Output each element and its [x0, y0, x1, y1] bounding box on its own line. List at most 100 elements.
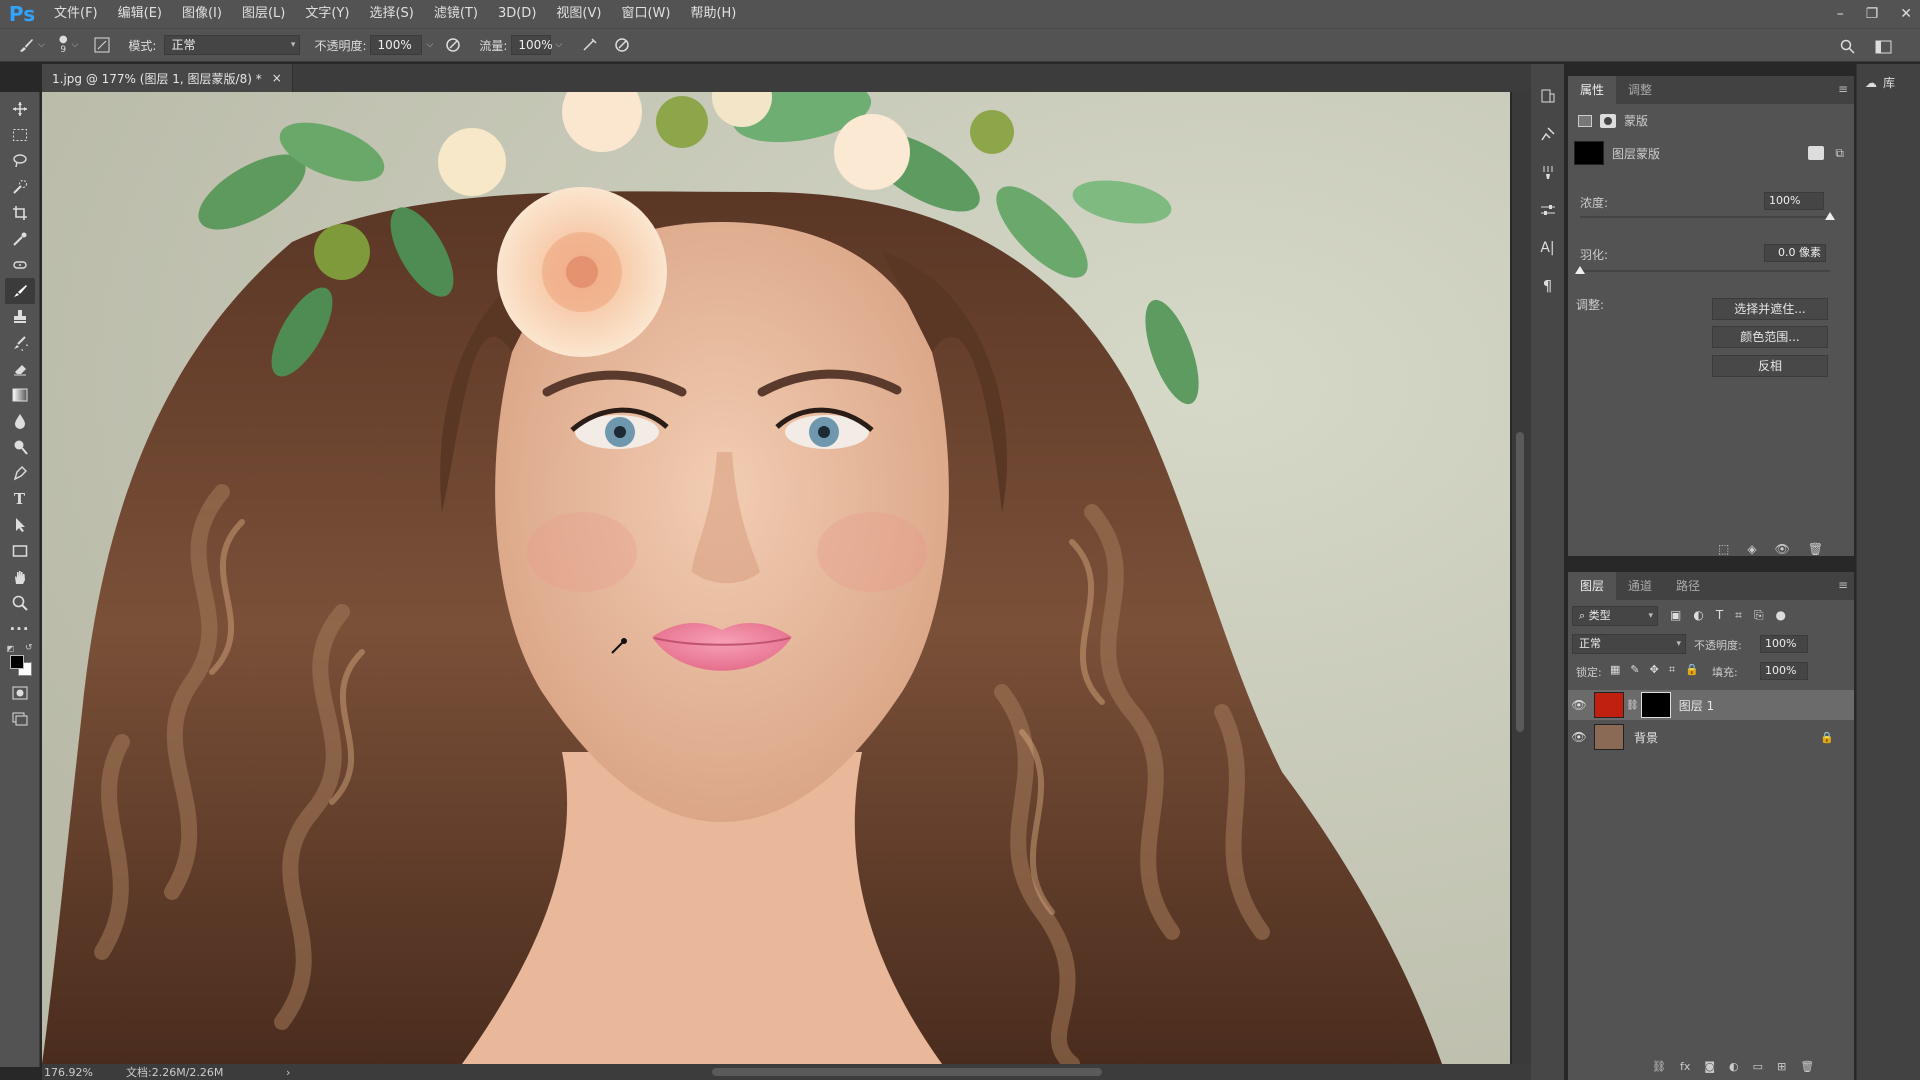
menu-file[interactable]: 文件(F) — [44, 0, 108, 28]
apply-vector-mask-icon[interactable]: ⧉ — [1835, 146, 1844, 161]
invert-button[interactable]: 反相 — [1712, 355, 1828, 377]
workspace-icon[interactable] — [1872, 35, 1896, 59]
menu-layer[interactable]: 图层(L) — [232, 0, 295, 28]
layer-name[interactable]: 背景 — [1634, 729, 1658, 746]
eyedropper-tool-icon[interactable] — [5, 226, 35, 252]
brushes-icon[interactable] — [1535, 160, 1561, 184]
brush-tool-icon[interactable] — [4, 278, 35, 304]
pen-tool-icon[interactable] — [5, 460, 35, 486]
fill-field[interactable]: 100% — [1760, 662, 1808, 680]
layer-name[interactable]: 图层 1 — [1679, 697, 1714, 714]
history-icon[interactable] — [1535, 84, 1561, 108]
menu-filter[interactable]: 滤镜(T) — [424, 0, 488, 28]
density-field[interactable]: 100% — [1764, 192, 1824, 210]
flow-field[interactable]: 100% — [511, 35, 553, 55]
pressure-opacity-icon[interactable] — [441, 33, 465, 57]
healing-brush-tool-icon[interactable] — [5, 252, 35, 278]
minimize-button[interactable]: – — [1837, 6, 1844, 22]
vector-mask-icon[interactable] — [1600, 113, 1616, 128]
density-slider-thumb[interactable] — [1825, 212, 1835, 220]
lock-artboard-icon[interactable]: ⌗ — [1669, 663, 1675, 677]
menu-image[interactable]: 图像(I) — [172, 0, 232, 28]
tab-adjustments[interactable]: 调整 — [1616, 76, 1664, 104]
quick-mask-icon[interactable] — [5, 680, 35, 706]
trash-icon[interactable]: 🗑 — [1808, 542, 1823, 556]
foreground-color-swatch[interactable] — [9, 655, 24, 669]
dodge-tool-icon[interactable] — [5, 434, 35, 460]
document-tab[interactable]: 1.jpg @ 177% (图层 1, 图层蒙版/8) * × — [42, 64, 293, 92]
clone-stamp-tool-icon[interactable] — [5, 304, 35, 330]
density-slider[interactable] — [1580, 216, 1830, 218]
color-swatches[interactable]: ◩ ↺ — [5, 642, 35, 680]
lock-all-icon[interactable]: 🔒 — [1685, 663, 1699, 677]
new-layer-icon[interactable]: ⊞ — [1777, 1060, 1786, 1073]
mask-icon[interactable]: ◙ — [1704, 1060, 1715, 1073]
menu-help[interactable]: 帮助(H) — [680, 0, 746, 28]
select-mask-icon[interactable] — [1808, 146, 1824, 160]
history-brush-tool-icon[interactable] — [5, 330, 35, 356]
lock-transparency-icon[interactable]: ▦ — [1610, 663, 1620, 677]
chevron-down-icon[interactable]: ⌵ — [38, 40, 45, 50]
status-menu-arrow[interactable]: › — [286, 1066, 290, 1079]
pressure-size-icon[interactable] — [610, 33, 634, 57]
disable-mask-icon[interactable]: 👁 — [1775, 542, 1790, 556]
color-range-button[interactable]: 颜色范围... — [1712, 326, 1828, 348]
smart-object-filter-icon[interactable]: ⎘ — [1754, 608, 1764, 623]
menu-type[interactable]: 文字(Y) — [295, 0, 359, 28]
chevron-down-icon[interactable]: ⌵ — [426, 40, 433, 50]
crop-tool-icon[interactable] — [5, 200, 35, 226]
adjustment-filter-icon[interactable]: ◐ — [1693, 608, 1703, 623]
pixel-filter-icon[interactable]: ▣ — [1670, 608, 1681, 623]
layer-row-layer1[interactable]: 👁 ⛓ 图层 1 — [1568, 690, 1854, 720]
hand-tool-icon[interactable] — [5, 564, 35, 590]
pixel-mask-icon[interactable] — [1578, 114, 1592, 127]
lasso-tool-icon[interactable] — [5, 148, 35, 174]
gradient-tool-icon[interactable] — [5, 382, 35, 408]
eraser-tool-icon[interactable] — [5, 356, 35, 382]
opacity-field[interactable]: 100% — [370, 35, 423, 55]
fx-icon[interactable]: fx — [1680, 1060, 1690, 1073]
lock-pixels-icon[interactable]: ✎ — [1630, 663, 1639, 677]
quick-select-tool-icon[interactable] — [5, 174, 35, 200]
document-canvas[interactable] — [42, 92, 1510, 1064]
filter-toggle-icon[interactable]: ● — [1776, 608, 1786, 623]
blend-mode-dropdown[interactable]: 正常 ▾ — [1572, 634, 1686, 654]
chevron-down-icon[interactable]: ⌵ — [555, 40, 562, 50]
path-selection-tool-icon[interactable] — [5, 512, 35, 538]
feather-field[interactable]: 0.0 像素 — [1764, 244, 1826, 262]
menu-edit[interactable]: 编辑(E) — [108, 0, 172, 28]
adjustment-icon[interactable]: ◐ — [1729, 1060, 1739, 1073]
clone-source-icon[interactable] — [1535, 122, 1561, 146]
brush-preset-icon[interactable] — [14, 33, 38, 57]
paragraph-icon[interactable]: ¶ — [1535, 274, 1561, 298]
feather-slider[interactable] — [1580, 270, 1830, 272]
character-icon[interactable]: A| — [1535, 236, 1561, 260]
zoom-level[interactable]: 176.92% — [44, 1066, 114, 1079]
panel-menu-icon[interactable]: ≡ — [1838, 82, 1848, 96]
close-tab-icon[interactable]: × — [272, 71, 282, 85]
libraries-button[interactable]: ☁ 库 — [1865, 74, 1895, 91]
more-tools-icon[interactable]: ··· — [5, 616, 35, 642]
chevron-down-icon[interactable]: ⌵ — [72, 40, 79, 50]
select-and-mask-button[interactable]: 选择并遮住... — [1712, 298, 1828, 320]
vertical-scrollbar[interactable] — [1512, 92, 1530, 1064]
panel-menu-icon[interactable]: ≡ — [1838, 578, 1848, 592]
tab-layers[interactable]: 图层 — [1568, 572, 1617, 600]
rectangle-tool-icon[interactable] — [5, 538, 35, 564]
vertical-scroll-thumb[interactable] — [1516, 432, 1524, 732]
layer-opacity-field[interactable]: 100% — [1760, 635, 1808, 653]
swap-colors-icon[interactable]: ↺ — [25, 643, 33, 653]
menu-3d[interactable]: 3D(D) — [488, 0, 546, 28]
layer-filter-dropdown[interactable]: ⌕ 类型 ▾ — [1572, 606, 1658, 626]
tab-channels[interactable]: 通道 — [1616, 572, 1664, 600]
default-colors-icon[interactable]: ◩ — [7, 644, 15, 653]
close-window-button[interactable]: ✕ — [1900, 6, 1912, 22]
screen-mode-icon[interactable] — [5, 706, 35, 732]
blur-tool-icon[interactable] — [5, 408, 35, 434]
menu-select[interactable]: 选择(S) — [359, 0, 423, 28]
brush-panel-icon[interactable] — [90, 33, 114, 57]
shape-filter-icon[interactable]: ⌗ — [1735, 608, 1742, 623]
trash-icon[interactable]: 🗑 — [1800, 1060, 1814, 1073]
mode-dropdown[interactable]: 正常 ▾ — [164, 35, 301, 55]
link-icon[interactable]: ⛓ — [1652, 1060, 1666, 1073]
